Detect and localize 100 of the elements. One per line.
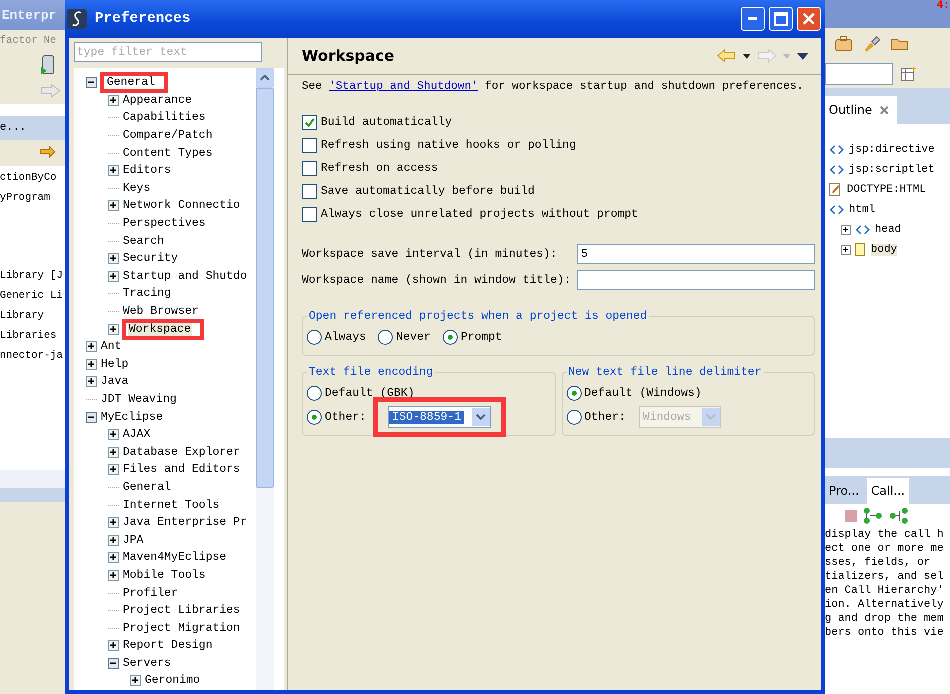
project-item[interactable]: yProgram xyxy=(0,192,65,212)
hierarchy-icon[interactable] xyxy=(889,507,909,525)
input-field[interactable]: 5 xyxy=(577,244,815,264)
scroll-up-button[interactable] xyxy=(256,68,274,88)
expand-icon[interactable] xyxy=(108,464,119,476)
tree-item[interactable]: Report Design xyxy=(122,639,214,652)
expand-icon[interactable] xyxy=(108,324,119,335)
tree-item[interactable]: Profiler xyxy=(122,586,180,600)
outline-item[interactable]: body xyxy=(871,244,898,256)
checkbox-label[interactable]: Save automatically before build xyxy=(321,185,535,198)
expand-icon[interactable] xyxy=(841,245,851,255)
maximize-icon[interactable] xyxy=(774,12,788,26)
menu-icon[interactable] xyxy=(797,52,809,60)
radio-label[interactable]: Always xyxy=(325,330,366,344)
chevron-down-icon[interactable] xyxy=(476,414,486,420)
scroll-thumb[interactable] xyxy=(256,88,274,488)
expand-icon[interactable] xyxy=(841,225,851,235)
radio-button[interactable] xyxy=(307,386,322,400)
new-table-icon[interactable] xyxy=(901,66,917,82)
tree-item[interactable]: Help xyxy=(100,358,130,371)
outline-item[interactable]: jsp:scriptlet xyxy=(849,164,935,176)
filter-field[interactable]: type filter text xyxy=(74,42,262,62)
expand-icon[interactable] xyxy=(108,429,119,440)
tree-item[interactable]: Compare/Patch xyxy=(122,129,214,142)
project-item[interactable]: ctionByCo xyxy=(0,172,65,192)
tree-item[interactable]: JDT Weaving xyxy=(100,392,178,406)
tree-item[interactable]: Appearance xyxy=(122,94,194,107)
tree-item[interactable]: Internet Tools xyxy=(122,498,221,512)
phone-icon[interactable] xyxy=(40,55,56,75)
collapse-icon[interactable] xyxy=(108,658,119,669)
radio-label[interactable]: Other: xyxy=(325,410,366,424)
expand-icon[interactable] xyxy=(108,517,119,528)
checkbox-label[interactable]: Refresh using native hooks or polling xyxy=(321,139,576,152)
tree-item[interactable]: Editors xyxy=(122,164,172,178)
radio-label[interactable]: Never xyxy=(396,330,431,344)
view-tab[interactable]: Call... xyxy=(867,478,910,504)
minimize-button[interactable] xyxy=(741,7,765,31)
expand-icon[interactable] xyxy=(108,270,119,282)
checkbox-label[interactable]: Always close unrelated projects without prompt xyxy=(321,208,638,221)
expand-icon[interactable] xyxy=(108,570,119,581)
checkbox[interactable] xyxy=(302,207,317,222)
tree-item[interactable]: AJAX xyxy=(122,428,152,442)
tree-item[interactable]: Startup and Shutdo xyxy=(122,270,248,283)
expand-icon[interactable] xyxy=(130,675,141,686)
tree-item[interactable]: Project Migration xyxy=(122,622,242,635)
tree-item[interactable]: Servers xyxy=(122,656,172,670)
minimize-icon[interactable] xyxy=(748,17,758,21)
tree-item[interactable]: Security xyxy=(122,252,180,266)
view-tab[interactable]: Pro... xyxy=(825,478,864,504)
project-item[interactable]: nnector-ja xyxy=(0,350,65,370)
radio-label[interactable]: Other: xyxy=(584,410,626,424)
tree-item[interactable]: Files and Editors xyxy=(122,463,242,476)
expand-icon[interactable] xyxy=(108,165,119,176)
brush-icon[interactable] xyxy=(863,36,881,52)
expand-icon[interactable] xyxy=(108,552,119,564)
expand-icon[interactable] xyxy=(108,534,119,546)
outline-item[interactable]: head xyxy=(875,224,902,236)
tree-item[interactable]: Maven4MyEclipse xyxy=(122,551,228,564)
radio-label[interactable]: Default (GBK) xyxy=(325,386,415,400)
scrollbar[interactable] xyxy=(825,438,950,468)
tree-item[interactable]: Web Browser xyxy=(122,305,200,318)
tree-item[interactable]: Tracing xyxy=(122,287,172,300)
tree-item[interactable]: Java Enterprise Pr xyxy=(122,516,248,530)
tree-item[interactable]: Capabilities xyxy=(122,111,207,124)
outline-item[interactable]: html xyxy=(849,204,876,216)
encoding-dropdown[interactable]: ISO-8859-1 xyxy=(388,406,492,428)
checkbox[interactable] xyxy=(302,184,317,199)
input-field[interactable] xyxy=(577,270,815,290)
tree-item[interactable]: JPA xyxy=(122,534,145,547)
tree-item[interactable]: Geronimo xyxy=(144,674,202,688)
checkbox-label[interactable]: Build automatically xyxy=(321,116,452,129)
outline-item[interactable]: DOCTYPE:HTML xyxy=(847,184,926,196)
tree-item[interactable]: Perspectives xyxy=(122,217,207,230)
tree-item[interactable]: General xyxy=(106,76,156,90)
search-field[interactable] xyxy=(825,63,893,85)
project-item[interactable]: Libraries xyxy=(0,330,65,350)
close-button[interactable] xyxy=(797,7,821,31)
project-item[interactable]: Generic Li xyxy=(0,290,65,310)
project-item[interactable]: Library [J xyxy=(0,270,65,290)
tree-item[interactable]: General xyxy=(122,480,172,494)
caret-icon[interactable] xyxy=(743,54,751,58)
expand-icon[interactable] xyxy=(108,94,119,106)
chevron-up-icon[interactable] xyxy=(260,75,270,81)
tree-item[interactable]: Workspace xyxy=(128,322,192,336)
expand-icon[interactable] xyxy=(86,376,97,388)
radio-button[interactable] xyxy=(442,330,458,344)
checkbox-label[interactable]: Refresh on access xyxy=(321,162,438,175)
radio-button[interactable] xyxy=(378,330,394,344)
radio-button[interactable] xyxy=(307,410,322,424)
tree-item[interactable]: Network Connectio xyxy=(122,199,242,212)
close-icon[interactable] xyxy=(880,106,890,114)
radio-label[interactable]: Default (Windows) xyxy=(584,386,702,400)
tree-item[interactable]: MyEclipse xyxy=(100,410,164,424)
briefcase-icon[interactable] xyxy=(835,36,853,52)
expand-icon[interactable] xyxy=(108,200,119,212)
project-item[interactable]: Library xyxy=(0,310,65,330)
tree-item[interactable]: Content Types xyxy=(122,146,214,160)
expand-icon[interactable] xyxy=(86,358,97,370)
horizontal-scrollbar[interactable] xyxy=(0,470,65,488)
tree-item[interactable]: Search xyxy=(122,234,166,248)
